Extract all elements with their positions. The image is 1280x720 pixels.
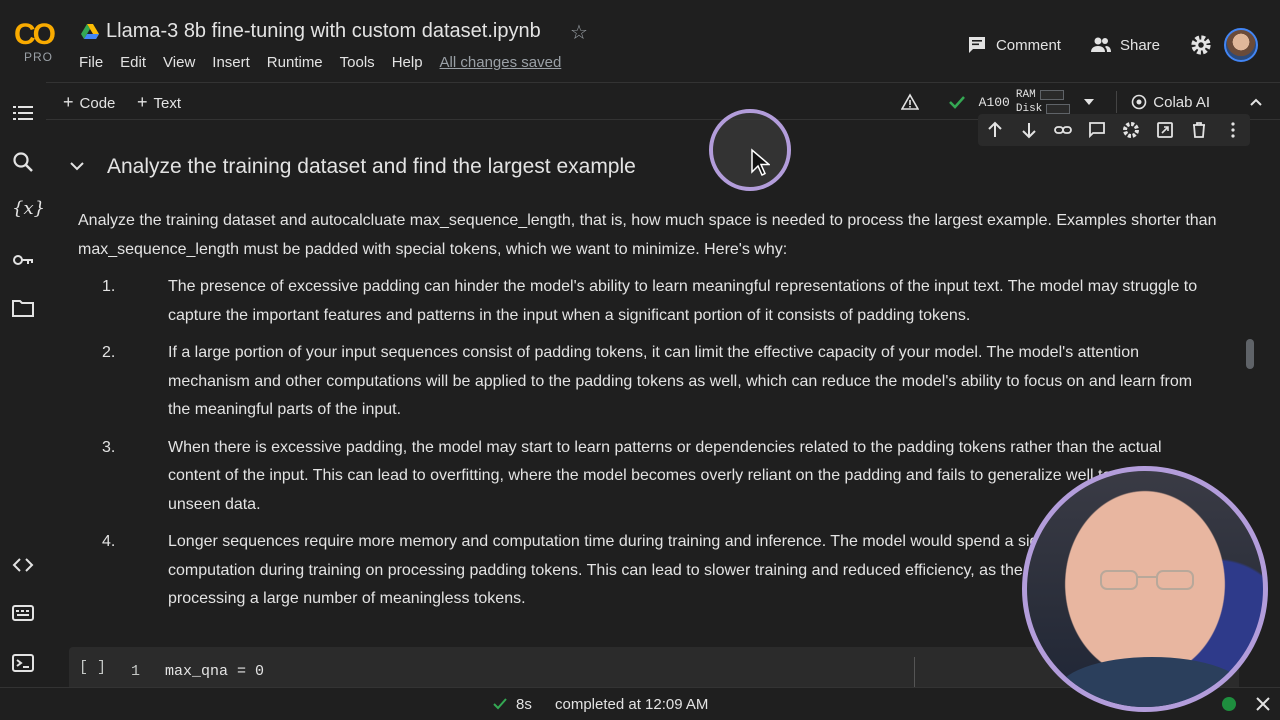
list-number: 1. — [102, 278, 116, 295]
variables-icon[interactable]: {x} — [12, 198, 45, 220]
header-actions: Comment Share — [967, 28, 1258, 62]
table-of-contents-icon[interactable] — [12, 102, 34, 124]
line-numbers: 1 2 — [131, 663, 141, 680]
resource-monitor[interactable]: RAM Disk — [1015, 88, 1071, 116]
move-up-icon[interactable] — [986, 121, 1004, 139]
execution-duration: 8s — [516, 696, 532, 713]
ram-bar — [1039, 90, 1064, 100]
list-text: If a large portion of your input sequenc… — [168, 344, 1193, 418]
people-icon — [1090, 37, 1111, 52]
notebook-title[interactable]: Llama-3 8b fine-tuning with custom datas… — [106, 20, 541, 43]
connected-check-icon — [948, 96, 965, 109]
logo-text: CO — [14, 18, 56, 51]
mouse-pointer-icon — [751, 148, 770, 176]
webcam-presenter-video — [1022, 466, 1268, 712]
more-options-icon[interactable] — [1224, 121, 1242, 139]
share-button[interactable]: Share — [1090, 35, 1160, 55]
menu-file[interactable]: File — [79, 54, 103, 71]
left-sidebar: {x} — [0, 82, 46, 687]
logo-pro-label: PRO — [24, 50, 54, 64]
share-label: Share — [1119, 36, 1160, 54]
presenter-glasses — [1100, 570, 1194, 590]
header: CO PRO Llama-3 8b fine-tuning with custo… — [0, 0, 1280, 82]
chevron-up-icon[interactable] — [1250, 96, 1262, 108]
code-editor[interactable]: max_qna = 0 max_q = 0 — [165, 659, 264, 687]
divider — [1116, 91, 1118, 113]
settings-gear-icon[interactable] — [1190, 34, 1212, 56]
runtime-type[interactable]: A100 — [979, 95, 1010, 110]
add-text-label: Text — [153, 95, 182, 112]
menu-view[interactable]: View — [163, 54, 195, 71]
close-icon[interactable] — [1256, 697, 1270, 711]
colab-logo[interactable]: CO PRO — [14, 20, 64, 66]
menu-edit[interactable]: Edit — [120, 54, 146, 71]
comment-cell-icon[interactable] — [1088, 121, 1106, 139]
cell-toolbar — [978, 114, 1250, 146]
save-status-link[interactable]: All changes saved — [440, 54, 562, 71]
menu-insert[interactable]: Insert — [212, 54, 250, 71]
list-item: 1. The presence of excessive padding can … — [102, 273, 1202, 330]
list-text: When there is excessive padding, the mod… — [168, 438, 1162, 513]
cell-settings-gear-icon[interactable] — [1122, 121, 1140, 139]
move-down-icon[interactable] — [1020, 121, 1038, 139]
presenter-shirt — [1057, 657, 1247, 707]
link-icon[interactable] — [1054, 121, 1072, 139]
menu-help[interactable]: Help — [392, 54, 423, 71]
runtime-dropdown-icon[interactable] — [1084, 99, 1095, 105]
search-icon[interactable] — [12, 151, 34, 173]
success-check-icon — [493, 698, 507, 710]
section-heading: Analyze the training dataset and find th… — [107, 155, 636, 178]
add-code-button[interactable]: + Code — [63, 92, 115, 113]
colab-ai-button[interactable]: Colab AI — [1131, 94, 1210, 111]
plus-icon: + — [63, 92, 74, 112]
run-cell-button[interactable]: [ ] — [79, 659, 106, 676]
list-number: 2. — [102, 344, 116, 361]
disk-bar — [1046, 104, 1071, 114]
add-text-button[interactable]: + Text — [137, 92, 181, 113]
colab-ai-icon — [1131, 94, 1147, 110]
plus-icon: + — [137, 92, 148, 112]
menu-tools[interactable]: Tools — [340, 54, 375, 71]
terminal-icon[interactable] — [12, 652, 34, 674]
comment-label: Comment — [995, 36, 1061, 54]
list-number: 3. — [102, 438, 116, 456]
scrollbar-thumb[interactable] — [1246, 339, 1254, 369]
user-avatar[interactable] — [1224, 28, 1258, 62]
mirror-cell-icon[interactable] — [1156, 121, 1174, 139]
menu-bar: File Edit View Insert Runtime Tools Help… — [79, 54, 561, 71]
ram-label: RAM — [1015, 89, 1036, 101]
code-snippets-icon[interactable] — [12, 554, 34, 576]
google-drive-icon — [81, 24, 99, 39]
delete-icon[interactable] — [1190, 121, 1208, 139]
list-item: 2. If a large portion of your input seque… — [102, 339, 1202, 425]
colab-ai-label: Colab AI — [1153, 93, 1210, 111]
comment-button[interactable]: Comment — [967, 35, 1061, 55]
list-number: 4. — [102, 533, 116, 550]
collapse-section-chevron-icon[interactable] — [70, 161, 84, 171]
warning-icon[interactable] — [900, 93, 919, 111]
comment-icon — [968, 37, 985, 53]
execution-status[interactable]: completed at 12:09 AM — [555, 696, 708, 713]
divider — [914, 657, 915, 687]
folder-icon[interactable] — [12, 297, 34, 319]
add-code-label: Code — [79, 95, 116, 112]
list-text: The presence of excessive padding can hi… — [168, 278, 1198, 324]
list-item: 3. When there is excessive padding, the m… — [102, 434, 1202, 520]
command-palette-icon[interactable] — [12, 602, 34, 624]
key-icon[interactable] — [12, 249, 34, 271]
intro-paragraph: Analyze the training dataset and autocal… — [78, 212, 1217, 258]
star-icon[interactable]: ☆ — [570, 20, 588, 45]
menu-runtime[interactable]: Runtime — [267, 54, 323, 71]
